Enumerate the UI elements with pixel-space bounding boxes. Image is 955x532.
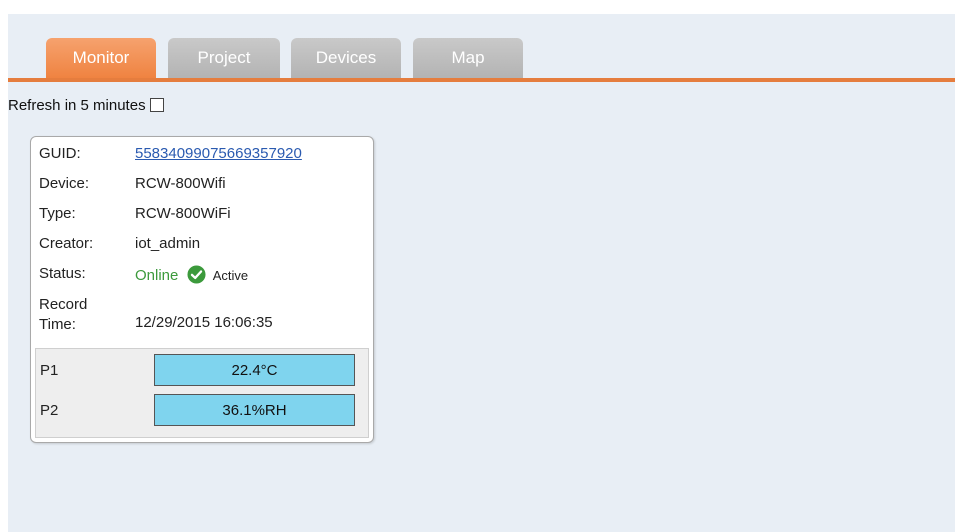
check-circle-icon <box>187 265 206 284</box>
device-value: RCW-800Wifi <box>135 175 226 192</box>
record-time-label: Record Time: <box>39 295 87 335</box>
sensor-value: 22.4°C <box>154 354 355 386</box>
sensor-row-p2: P2 36.1%RH <box>36 392 368 428</box>
guid-link[interactable]: 55834099075669357920 <box>135 145 302 162</box>
sensor-row-p1: P1 22.4°C <box>36 352 368 388</box>
record-time-label-line1: Record <box>39 296 88 313</box>
status-online: Online <box>135 267 179 284</box>
type-value: RCW-800WiFi <box>135 205 231 222</box>
creator-label: Creator: <box>39 235 94 252</box>
type-label: Type: <box>39 205 76 222</box>
refresh-checkbox[interactable] <box>149 98 164 112</box>
tab-devices[interactable]: Devices <box>291 38 401 78</box>
sensor-label: P2 <box>40 402 59 419</box>
status-label: Status: <box>39 265 86 282</box>
device-label: Device: <box>39 175 90 192</box>
tab-underline <box>8 78 955 82</box>
status-value-group: Online Active <box>135 265 248 284</box>
record-time-value: 12/29/2015 16:06:35 <box>135 314 273 331</box>
sensor-label: P1 <box>40 362 59 379</box>
sensor-value: 36.1%RH <box>154 394 355 426</box>
sensor-panel: P1 22.4°C P2 36.1%RH <box>35 348 369 438</box>
tab-monitor[interactable]: Monitor <box>46 38 156 78</box>
status-badge: Active <box>212 268 249 283</box>
device-card: GUID: 55834099075669357920 Device: RCW-8… <box>30 136 374 443</box>
refresh-option: Refresh in 5 minutes <box>8 94 164 116</box>
guid-label: GUID: <box>39 145 81 162</box>
tab-project[interactable]: Project <box>168 38 280 78</box>
creator-value: iot_admin <box>135 235 201 252</box>
record-time-label-line2: Time: <box>39 316 76 333</box>
tab-map[interactable]: Map <box>413 38 523 78</box>
refresh-label: Refresh in 5 minutes <box>8 96 146 114</box>
tab-bar: Monitor Project Devices Map <box>8 36 955 82</box>
